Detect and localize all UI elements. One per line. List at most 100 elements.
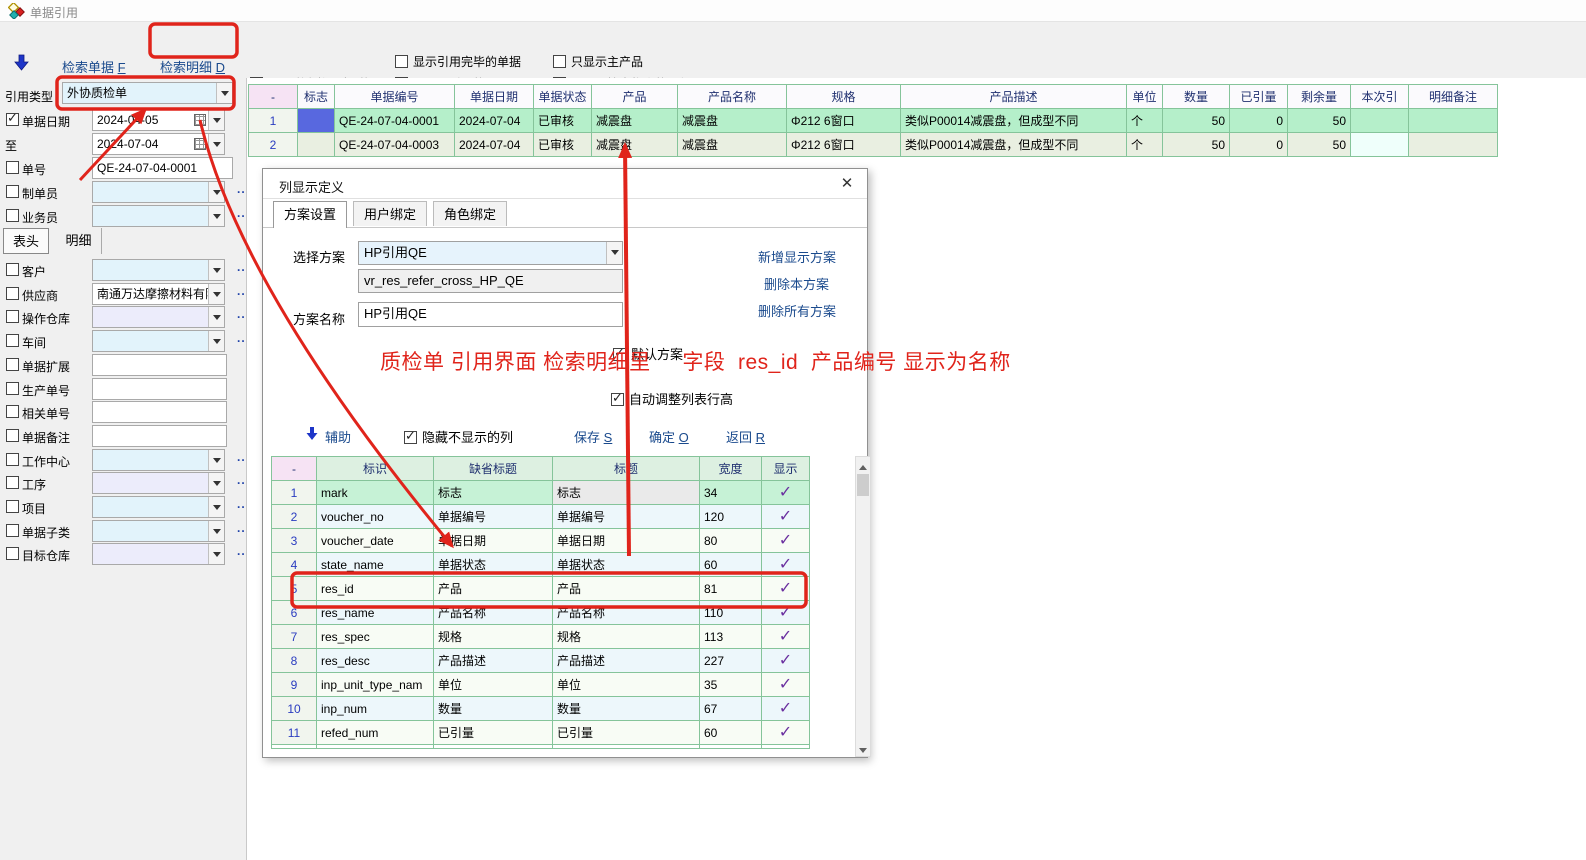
column-header[interactable]: 显示 [762,457,810,481]
filter-checkbox[interactable] [6,405,19,418]
select-scheme-combobox[interactable]: HP引用QE [358,241,623,265]
filter-checkbox[interactable] [6,185,19,198]
toolbar-checkbox[interactable]: 只显示主产品 [553,53,643,70]
browse-button[interactable]: .. [237,182,246,196]
checkbox-box[interactable] [395,55,408,68]
aux-button[interactable]: 辅助 [325,427,351,446]
date-field[interactable]: 2024-07-04 [92,133,225,155]
combobox[interactable] [92,520,225,542]
column-row[interactable]: 1mark标志标志34✓ [272,481,810,505]
column-header[interactable]: 标题 [553,457,700,481]
browse-button[interactable]: .. [237,544,246,558]
filter-checkbox[interactable]: ✓ [6,113,19,126]
chevron-down-icon[interactable] [208,497,224,517]
chevron-down-icon[interactable] [208,450,224,470]
text-input[interactable]: QE-24-07-04-0001 [92,157,233,179]
toolbar-checkbox[interactable]: 显示引用完毕的单据 [395,53,521,70]
add-scheme-link[interactable]: 新增显示方案 [758,247,836,266]
column-header[interactable]: 单据编号 [335,85,455,109]
scheme-name-input[interactable]: HP引用QE [358,302,623,327]
search-voucher-button[interactable]: 检索单据 F [62,57,126,76]
column-row[interactable]: 11refed_num已引量已引量60✓ [272,721,810,745]
filter-checkbox[interactable] [6,209,19,222]
browse-button[interactable]: .. [237,497,246,511]
chevron-down-icon[interactable] [208,544,224,564]
chevron-down-icon[interactable] [208,473,224,493]
browse-button[interactable]: .. [237,473,246,487]
column-row[interactable]: 3voucher_date单据日期单据日期80✓ [272,529,810,553]
back-button[interactable]: 返回 R [726,427,765,446]
date-field[interactable]: 2024-04-05 [92,109,225,131]
show-cell[interactable]: ✓ [762,553,810,577]
calendar-icon[interactable] [194,114,206,126]
column-row[interactable]: 4state_name单据状态单据状态60✓ [272,553,810,577]
filter-checkbox[interactable] [6,310,19,323]
combobox[interactable]: 南通万达摩擦材料有限 [92,283,225,305]
ok-button[interactable]: 确定 O [649,427,689,446]
show-cell[interactable]: ✓ [762,505,810,529]
column-header[interactable]: 明细备注 [1409,85,1498,109]
ref-type-combobox[interactable]: 外协质检单 [62,82,233,104]
filter-checkbox[interactable] [6,287,19,300]
text-input[interactable] [92,425,227,447]
browse-button[interactable]: .. [237,450,246,464]
filter-checkbox[interactable] [6,263,19,276]
tab-表头[interactable]: 表头 [3,228,49,254]
column-header[interactable]: 产品名称 [678,85,787,109]
column-header[interactable]: 已引量 [1230,85,1288,109]
checkbox-box[interactable] [553,55,566,68]
scroll-down-icon[interactable] [856,741,870,756]
chevron-down-icon[interactable] [216,83,232,103]
column-header[interactable]: 单据状态 [534,85,592,109]
show-cell[interactable]: ✓ [762,625,810,649]
combobox[interactable] [92,181,225,203]
text-input[interactable] [92,354,227,376]
down-arrow-icon[interactable] [14,54,29,71]
chevron-down-icon[interactable] [208,331,224,351]
hide-columns-checkbox[interactable]: ✓隐藏不显示的列 [404,427,513,446]
delete-all-schemes-link[interactable]: 删除所有方案 [758,301,836,320]
browse-button[interactable]: .. [237,331,246,345]
search-detail-button[interactable]: 检索明细 D [160,57,225,76]
column-row[interactable]: 2voucher_no单据编号单据编号120✓ [272,505,810,529]
column-header[interactable]: 单据日期 [455,85,534,109]
auto-row-height-checkbox[interactable]: ✓自动调整列表行高 [611,389,733,408]
column-row[interactable]: 10inp_num数量数量67✓ [272,697,810,721]
column-header[interactable]: 产品 [592,85,678,109]
column-header[interactable]: 规格 [787,85,901,109]
chevron-down-icon[interactable] [208,284,224,304]
column-row[interactable]: 5res_id产品产品81✓ [272,577,810,601]
show-cell[interactable]: ✓ [762,481,810,505]
mark-cell[interactable] [298,109,335,133]
dialog-table-scrollbar[interactable] [855,456,871,757]
filter-checkbox[interactable] [6,358,19,371]
filter-checkbox[interactable] [6,500,19,513]
text-input[interactable] [92,378,227,400]
scroll-up-icon[interactable] [856,457,870,472]
show-cell[interactable]: ✓ [762,673,810,697]
combobox[interactable] [92,306,225,328]
dialog-tab-用户绑定[interactable]: 用户绑定 [353,201,427,226]
column-header[interactable]: 标志 [298,85,335,109]
browse-button[interactable]: .. [237,284,246,298]
combobox[interactable] [92,496,225,518]
filter-checkbox[interactable] [6,382,19,395]
combobox[interactable] [92,259,225,281]
filter-checkbox[interactable] [6,334,19,347]
tab-明细[interactable]: 明细 [56,228,102,254]
column-header[interactable]: 剩余量 [1288,85,1351,109]
close-icon[interactable]: ✕ [837,174,857,192]
combobox[interactable] [92,472,225,494]
column-header[interactable]: 单位 [1127,85,1163,109]
filter-checkbox[interactable] [6,453,19,466]
chevron-down-icon[interactable] [606,242,622,264]
filter-checkbox[interactable] [6,161,19,174]
column-header[interactable]: - [272,457,317,481]
scrollbar-thumb[interactable] [857,474,869,496]
column-row[interactable]: 6res_name产品名称产品名称110✓ [272,601,810,625]
down-arrow-icon[interactable] [306,426,319,441]
column-header[interactable]: - [249,85,298,109]
chevron-down-icon[interactable] [208,206,224,226]
show-cell[interactable]: ✓ [762,697,810,721]
column-header[interactable]: 宽度 [700,457,762,481]
